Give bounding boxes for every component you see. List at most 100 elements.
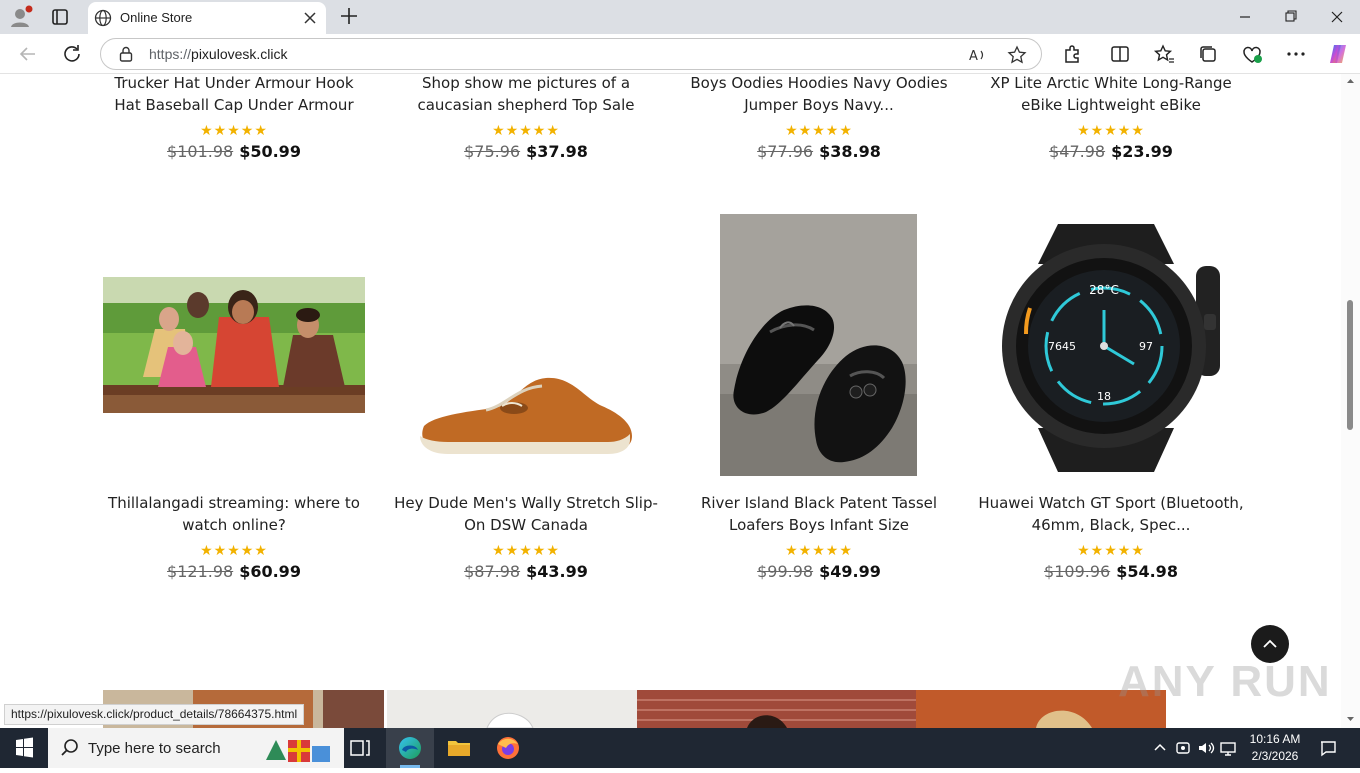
product-name[interactable]: Huawei Watch GT Sport (Bluetooth, 46mm, …	[976, 492, 1246, 536]
url-text[interactable]: https://pixulovesk.click	[149, 46, 288, 62]
more-icon[interactable]	[1284, 42, 1308, 66]
product-name[interactable]: Thillalangadi streaming: where to watch …	[99, 492, 369, 536]
watch-steps: 7645	[1048, 340, 1076, 353]
product-card[interactable]: Boys Oodies Hoodies Navy Oodies Jumper B…	[684, 74, 954, 161]
sale-price: $37.98	[526, 142, 588, 161]
product-card[interactable]: Hey Dude Men's Wally Stretch Slip-On DSW…	[391, 492, 661, 581]
product-image-slip-on-shoe[interactable]	[416, 374, 638, 464]
clock-time: 10:16 AM	[1249, 732, 1301, 746]
taskbar-edge[interactable]	[386, 728, 434, 768]
scrollbar-thumb[interactable]	[1347, 300, 1353, 430]
sale-price: $23.99	[1111, 142, 1173, 161]
product-rating: ★★★★★	[1077, 542, 1145, 558]
restore-icon[interactable]	[1268, 0, 1314, 34]
watermark: ANY RUN	[1118, 657, 1332, 706]
old-price: $121.98	[167, 562, 234, 581]
product-image-tassel-loafers[interactable]	[720, 214, 917, 476]
browser-toolbar: https://pixulovesk.click A	[0, 34, 1360, 74]
collections-icon[interactable]	[1196, 42, 1220, 66]
profile-icon[interactable]	[8, 5, 34, 29]
windows-taskbar: Type here to search 10:16 AM 2/3/2026	[0, 728, 1360, 768]
product-price: $47.98 $23.99	[976, 142, 1246, 161]
old-price: $109.96	[1044, 562, 1111, 581]
chevron-up-icon[interactable]	[1150, 738, 1170, 758]
old-price: $75.96	[464, 142, 521, 161]
tab-online-store[interactable]: Online Store	[88, 2, 326, 34]
scroll-down-icon[interactable]	[1341, 712, 1360, 726]
lock-icon[interactable]	[117, 45, 135, 63]
extensions-icon[interactable]	[1060, 42, 1084, 66]
product-name[interactable]: XP Lite Arctic White Long-Range eBike Li…	[976, 74, 1246, 116]
clock-date: 2/3/2026	[1251, 749, 1299, 763]
tab-actions-icon[interactable]	[48, 6, 72, 28]
address-bar[interactable]: https://pixulovesk.click A	[100, 38, 1042, 70]
windows-start-icon[interactable]	[0, 728, 48, 768]
scroll-up-icon[interactable]	[1341, 74, 1360, 88]
product-rating: ★★★★★	[1077, 122, 1145, 138]
close-icon[interactable]	[300, 8, 320, 28]
product-card[interactable]: XP Lite Arctic White Long-Range eBike Li…	[976, 74, 1246, 161]
product-rating: ★★★★★	[200, 542, 268, 558]
globe-icon	[94, 9, 112, 27]
url-protocol: https://	[149, 46, 192, 62]
search-icon	[61, 739, 78, 756]
window-close-icon[interactable]	[1314, 0, 1360, 34]
read-aloud-icon[interactable]: A	[967, 45, 987, 65]
browser-essentials-icon[interactable]	[1240, 42, 1264, 66]
product-image-row3-2[interactable]	[387, 690, 637, 728]
favorites-icon[interactable]	[1152, 42, 1176, 66]
tab-title: Online Store	[120, 10, 193, 25]
watch-date: 18	[1097, 390, 1111, 403]
product-card[interactable]: Shop show me pictures of a caucasian she…	[391, 74, 661, 161]
product-name[interactable]: Boys Oodies Hoodies Navy Oodies Jumper B…	[684, 74, 954, 116]
product-price: $99.98 $49.99	[684, 562, 954, 581]
search-placeholder: Type here to search	[88, 740, 221, 757]
edge-icon	[399, 737, 421, 759]
people-tray-icon[interactable]	[1173, 738, 1193, 758]
volume-icon[interactable]	[1196, 738, 1216, 758]
taskbar-search-box[interactable]: Type here to search	[48, 728, 344, 768]
product-name[interactable]: Hey Dude Men's Wally Stretch Slip-On DSW…	[391, 492, 661, 536]
product-card[interactable]: Thillalangadi streaming: where to watch …	[99, 492, 369, 581]
old-price: $101.98	[167, 142, 234, 161]
url-host: pixulovesk.click	[191, 46, 288, 62]
old-price: $77.96	[757, 142, 814, 161]
minimize-icon[interactable]	[1222, 0, 1268, 34]
product-image-row3-3[interactable]	[637, 690, 916, 728]
product-name[interactable]: River Island Black Patent Tassel Loafers…	[684, 492, 954, 536]
product-image-movie-still[interactable]	[103, 277, 365, 413]
back-icon[interactable]	[16, 42, 40, 66]
favorite-star-icon[interactable]	[1007, 45, 1027, 65]
page-scrollbar[interactable]	[1341, 74, 1360, 728]
refresh-icon[interactable]	[60, 42, 84, 66]
product-name[interactable]: Trucker Hat Under Armour Hook Hat Baseba…	[99, 74, 369, 116]
split-screen-icon[interactable]	[1108, 42, 1132, 66]
product-name[interactable]: Shop show me pictures of a caucasian she…	[391, 74, 661, 116]
old-price: $99.98	[757, 562, 814, 581]
product-card[interactable]: Huawei Watch GT Sport (Bluetooth, 46mm, …	[976, 492, 1246, 581]
svg-text:A: A	[969, 49, 978, 64]
new-tab-icon[interactable]	[338, 5, 360, 27]
tab-bar: Online Store	[0, 0, 1360, 34]
product-rating: ★★★★★	[200, 122, 268, 138]
product-price: $75.96 $37.98	[391, 142, 661, 161]
notification-icon[interactable]	[1318, 738, 1338, 758]
network-icon[interactable]	[1218, 738, 1238, 758]
product-card[interactable]: River Island Black Patent Tassel Loafers…	[684, 492, 954, 581]
sale-price: $43.99	[526, 562, 588, 581]
product-image-smartwatch[interactable]: 28°C 7645 97 18	[996, 214, 1228, 476]
watch-temp: 28°C	[1089, 283, 1119, 297]
product-price: $121.98 $60.99	[99, 562, 369, 581]
task-view-icon[interactable]	[336, 728, 384, 768]
product-price: $77.96 $38.98	[684, 142, 954, 161]
status-bar-url: https://pixulovesk.click/product_details…	[4, 704, 305, 725]
firefox-icon[interactable]	[484, 728, 532, 768]
file-explorer-icon[interactable]	[435, 728, 483, 768]
old-price: $87.98	[464, 562, 521, 581]
taskbar-clock[interactable]: 10:16 AM 2/3/2026	[1240, 731, 1310, 765]
product-card[interactable]: Trucker Hat Under Armour Hook Hat Baseba…	[99, 74, 369, 161]
copilot-icon[interactable]	[1326, 42, 1350, 66]
product-price: $109.96 $54.98	[976, 562, 1246, 581]
product-rating: ★★★★★	[785, 122, 853, 138]
product-rating: ★★★★★	[492, 122, 560, 138]
